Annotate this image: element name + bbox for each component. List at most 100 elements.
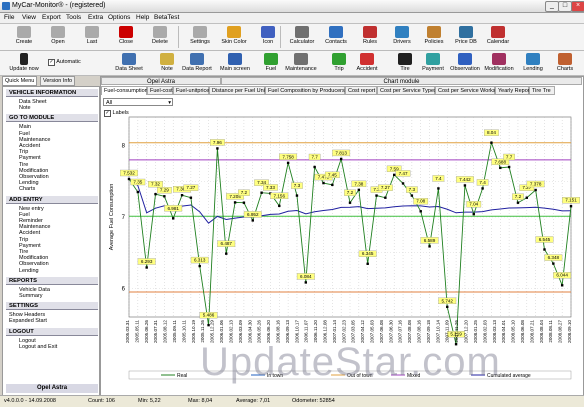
menu-item-lending[interactable]: Lending bbox=[19, 180, 39, 186]
menu-item-summary[interactable]: Summary bbox=[19, 293, 43, 299]
vehicle-footer: Opel Astra bbox=[6, 384, 98, 393]
tab-version-info[interactable]: Version Info bbox=[40, 76, 76, 86]
menu-item-reminder[interactable]: Reminder bbox=[19, 218, 43, 224]
menu-item-logout-and-exit[interactable]: Logout and Exit bbox=[19, 344, 57, 350]
price-db-button[interactable]: Price DB bbox=[450, 26, 482, 45]
menu-betatest[interactable]: BetaTest bbox=[154, 14, 179, 21]
menu-item-trip[interactable]: Trip bbox=[19, 237, 28, 243]
drivers-button[interactable]: Drivers bbox=[386, 26, 418, 45]
section-reports[interactable]: REPORTS bbox=[6, 276, 98, 285]
data-label: 7.32 bbox=[151, 182, 160, 187]
menu-item-modification[interactable]: Modification bbox=[19, 168, 48, 174]
delete-icon bbox=[153, 26, 167, 38]
x-tick-label: 2008.04.01 bbox=[501, 320, 506, 343]
section-logout[interactable]: LOGOUT bbox=[6, 327, 98, 336]
menu-extra[interactable]: Extra bbox=[88, 14, 103, 21]
menu-item-data-sheet[interactable]: Data Sheet bbox=[19, 99, 47, 105]
palette-icon bbox=[227, 26, 241, 38]
close-button[interactable]: Close bbox=[110, 26, 142, 45]
settings-button[interactable]: Settings bbox=[184, 26, 216, 45]
menu-file[interactable]: File bbox=[4, 14, 14, 21]
update-now-button[interactable]: Update now bbox=[4, 53, 44, 72]
close-icon bbox=[119, 26, 133, 38]
menu-item-new-entry[interactable]: New entry bbox=[19, 206, 44, 212]
menu-item-expanded-start[interactable]: Expanded Start bbox=[9, 318, 47, 324]
menu-item-main[interactable]: Main bbox=[19, 124, 31, 130]
menu-item-tire[interactable]: Tire bbox=[19, 249, 28, 255]
menu-item-payment[interactable]: Payment bbox=[19, 243, 41, 249]
main-screen-button[interactable]: Main screen bbox=[218, 53, 252, 72]
menu-item-accident[interactable]: Accident bbox=[19, 143, 40, 149]
menu-item-logout[interactable]: Logout bbox=[19, 338, 36, 344]
menu-item-vehicle-data[interactable]: Vehicle Data bbox=[19, 287, 50, 293]
status-version: v4.0.0.0 - 14.09.2008 bbox=[4, 398, 56, 404]
delete-button[interactable]: Delete bbox=[144, 26, 176, 45]
automatic-checkbox[interactable]: ✓ Automatic bbox=[48, 59, 81, 66]
calendar-button[interactable]: Calendar bbox=[482, 26, 514, 45]
menu-item-fuel[interactable]: Fuel bbox=[19, 131, 30, 137]
calendar-icon bbox=[491, 26, 505, 38]
data-label: 7.27 bbox=[381, 185, 390, 190]
tab-quick-menu[interactable]: Quick Menu bbox=[2, 76, 38, 86]
menu-item-trip[interactable]: Trip bbox=[19, 149, 28, 155]
modification-button[interactable]: Modification bbox=[482, 53, 516, 72]
section-go-to-module[interactable]: GO TO MODULE bbox=[6, 114, 98, 123]
x-tick-label: 2008.08.27 bbox=[558, 320, 563, 343]
menu-tools[interactable]: Tools bbox=[66, 14, 81, 21]
section-vehicle-information[interactable]: VEHICLE INFORMATION bbox=[6, 89, 98, 97]
data-point bbox=[507, 165, 511, 169]
status-bar: v4.0.0.0 - 14.09.2008 Count: 106 Min: 5,… bbox=[0, 395, 584, 407]
menu-item-note[interactable]: Note bbox=[19, 105, 31, 111]
section-add-entry[interactable]: ADD ENTRY bbox=[6, 195, 98, 204]
payment-button[interactable]: Payment bbox=[416, 53, 450, 72]
open-button[interactable]: Open bbox=[42, 26, 74, 45]
menu-item-observation[interactable]: Observation bbox=[19, 261, 49, 267]
data-point bbox=[419, 210, 422, 213]
note-button[interactable]: Note bbox=[150, 53, 184, 72]
menu-export[interactable]: Export bbox=[42, 14, 61, 21]
window-title: MyCar-Monitor® - (registered) bbox=[12, 2, 106, 9]
menu-item-maintenance[interactable]: Maintenance bbox=[19, 224, 51, 230]
lending-button[interactable]: Lending bbox=[516, 53, 550, 72]
menu-item-fuel[interactable]: Fuel bbox=[19, 212, 30, 218]
rules-button[interactable]: Rules bbox=[354, 26, 386, 45]
minimize-button[interactable]: _ bbox=[545, 1, 559, 12]
maintenance-button[interactable]: Maintenance bbox=[284, 53, 318, 72]
accident-button[interactable]: Accident bbox=[350, 53, 384, 72]
fuel-icon bbox=[264, 53, 278, 65]
contacts-icon bbox=[329, 26, 343, 38]
fuel-button[interactable]: Fuel bbox=[254, 53, 288, 72]
menu-item-tire[interactable]: Tire bbox=[19, 162, 28, 168]
data-label: 6.345 bbox=[362, 251, 374, 256]
observation-button[interactable]: Observation bbox=[448, 53, 482, 72]
menu-item-payment[interactable]: Payment bbox=[19, 155, 41, 161]
menu-options[interactable]: Options bbox=[108, 14, 130, 21]
menu-item-observation[interactable]: Observation bbox=[19, 174, 49, 180]
section-settings[interactable]: SETTINGS bbox=[6, 302, 98, 311]
menu-item-charts[interactable]: Charts bbox=[19, 186, 35, 192]
data-label: 7.2 bbox=[347, 190, 354, 195]
menu-item-lending[interactable]: Lending bbox=[19, 268, 39, 274]
skin-color-button[interactable]: Skin Color bbox=[218, 26, 250, 45]
menu-item-modification[interactable]: Modification bbox=[19, 255, 48, 261]
last-button[interactable]: Last bbox=[76, 26, 108, 45]
policies-button[interactable]: Policies bbox=[418, 26, 450, 45]
data-report-button[interactable]: Data Report bbox=[180, 53, 214, 72]
menu-view[interactable]: View bbox=[22, 14, 36, 21]
status-min: Min: 5,22 bbox=[138, 398, 161, 404]
calculator-button[interactable]: Calculator bbox=[286, 26, 318, 45]
maximize-button[interactable]: □ bbox=[558, 1, 572, 12]
menu-item-accident[interactable]: Accident bbox=[19, 230, 40, 236]
close-window-button[interactable]: × bbox=[571, 1, 584, 12]
payment-icon bbox=[426, 53, 440, 65]
create-button[interactable]: Create bbox=[8, 26, 40, 45]
contacts-button[interactable]: Contacts bbox=[320, 26, 352, 45]
menu-item-maintenance[interactable]: Maintenance bbox=[19, 137, 51, 143]
data-sheet-button[interactable]: Data Sheet bbox=[112, 53, 146, 72]
datasheet-icon bbox=[122, 53, 136, 65]
menu-help[interactable]: Help bbox=[136, 14, 149, 21]
data-label: 7.27 bbox=[186, 185, 195, 190]
charts-button[interactable]: Charts bbox=[548, 53, 582, 72]
data-point bbox=[516, 201, 520, 204]
menu-item-show-headers[interactable]: Show Headers bbox=[9, 312, 45, 318]
